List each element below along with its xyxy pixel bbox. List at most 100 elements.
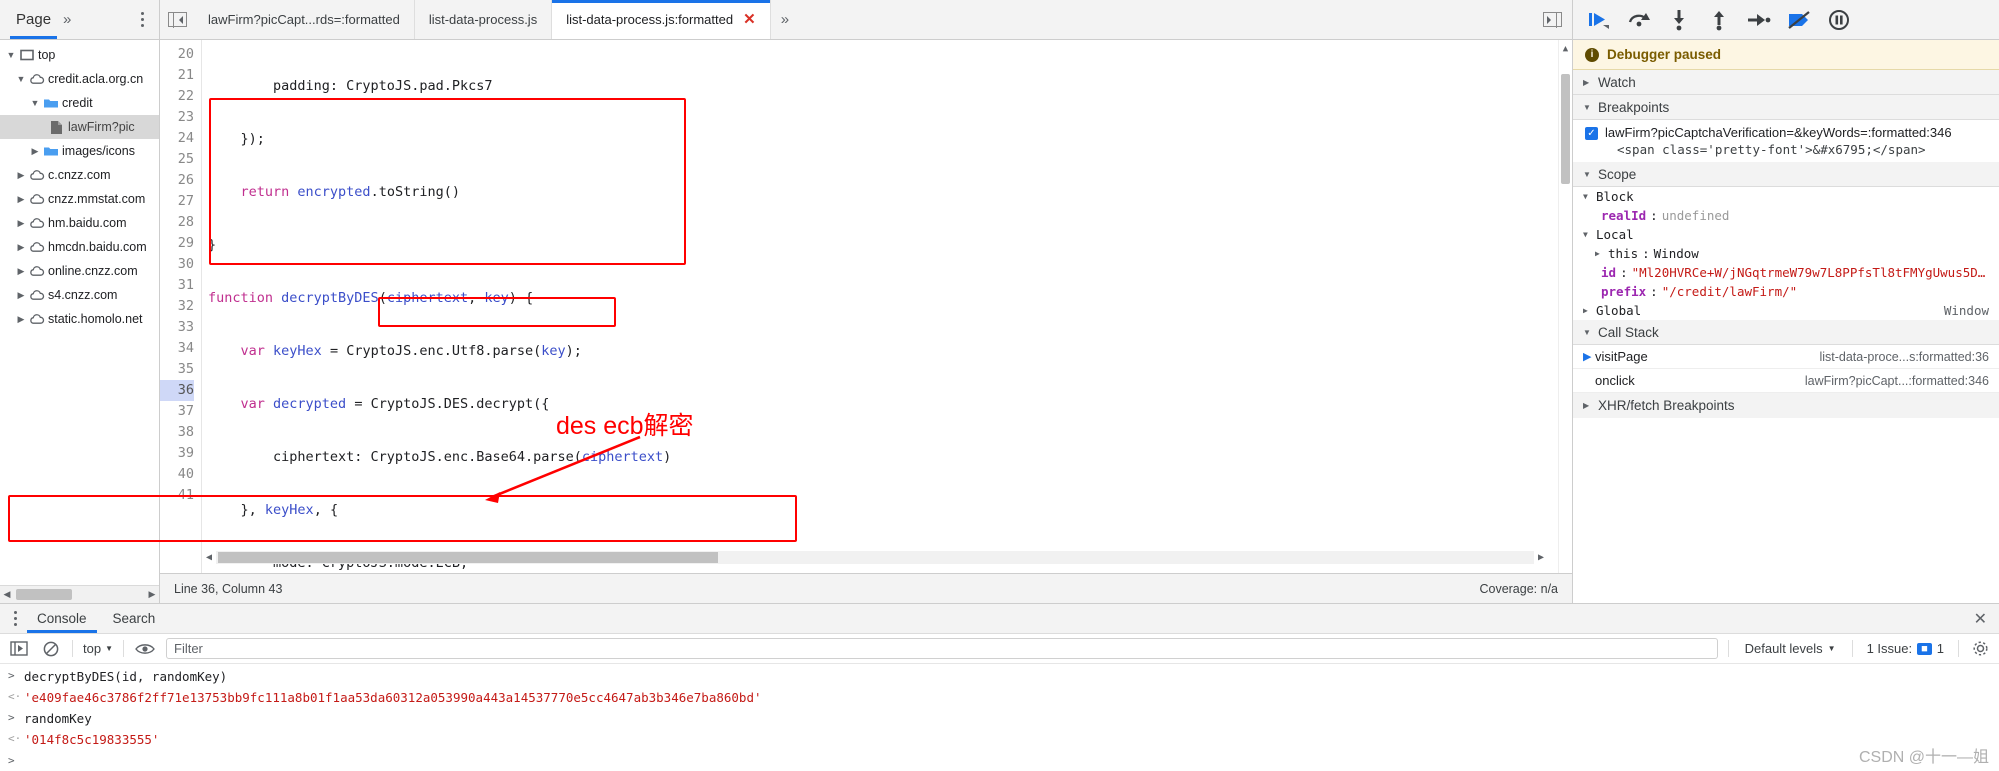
chevron-right-icon[interactable]: ▶ xyxy=(1595,249,1604,258)
checkbox-checked-icon[interactable]: ✓ xyxy=(1585,127,1598,140)
chevron-down-icon[interactable]: ▼ xyxy=(1583,230,1592,239)
tree-item-label: lawFirm?pic xyxy=(68,120,135,134)
scope-group-global[interactable]: ▶ Global Window xyxy=(1573,301,1999,320)
chevron-down-icon[interactable]: ▼ xyxy=(1583,192,1592,201)
twisty-down-icon[interactable]: ▼ xyxy=(28,98,42,108)
scroll-left-icon[interactable]: ◀ xyxy=(0,589,14,600)
chevron-down-icon[interactable]: ▼ xyxy=(1583,328,1592,337)
twisty-right-icon[interactable]: ▶ xyxy=(14,266,28,277)
breakpoints-section-header[interactable]: ▼ Breakpoints xyxy=(1573,95,1999,120)
live-expression-icon[interactable] xyxy=(134,638,156,660)
twisty-down-icon[interactable]: ▼ xyxy=(4,50,18,60)
step-into-icon[interactable] xyxy=(1667,8,1691,32)
tree-item-cnzz-mmstat[interactable]: ▶ cnzz.mmstat.com xyxy=(0,187,159,211)
tree-item-c-cnzz[interactable]: ▶ c.cnzz.com xyxy=(0,163,159,187)
editor-tab-1[interactable]: list-data-process.js xyxy=(414,0,553,39)
twisty-right-icon[interactable]: ▶ xyxy=(14,314,28,325)
call-stack-frame-visitpage[interactable]: ▶ visitPage list-data-proce...s:formatte… xyxy=(1573,345,1999,369)
twisty-right-icon[interactable]: ▶ xyxy=(14,218,28,229)
chevrons-right-icon[interactable]: » xyxy=(771,0,799,39)
execution-context-selector[interactable]: top ▼ xyxy=(83,641,113,656)
twisty-down-icon[interactable]: ▼ xyxy=(14,74,28,84)
kebab-menu-icon[interactable] xyxy=(6,611,24,626)
tree-item-credit-acla[interactable]: ▼ credit.acla.org.cn xyxy=(0,67,159,91)
tree-item-static-homolo[interactable]: ▶ static.homolo.net xyxy=(0,307,159,331)
clear-console-icon[interactable] xyxy=(40,638,62,660)
pause-icon[interactable] xyxy=(1827,8,1851,32)
twisty-right-icon[interactable]: ▶ xyxy=(14,194,28,205)
chevron-right-icon[interactable]: ▶ xyxy=(1583,401,1592,410)
log-levels-selector[interactable]: Default levels ▼ xyxy=(1739,641,1842,656)
close-icon[interactable]: ✕ xyxy=(743,12,756,27)
step-over-icon[interactable] xyxy=(1627,8,1651,32)
editor-tab-2[interactable]: list-data-process.js:formatted ✕ xyxy=(552,0,771,39)
scrollbar-thumb[interactable] xyxy=(1561,74,1570,184)
console-input-row[interactable]: > randomKey xyxy=(0,708,1999,729)
chevron-down-icon[interactable]: ▼ xyxy=(1828,644,1836,653)
editor-tab-0[interactable]: lawFirm?picCapt...rds=:formatted xyxy=(194,0,415,39)
chevron-down-icon[interactable]: ▼ xyxy=(1583,103,1592,112)
code-area[interactable]: 20 21 22 23 24 25 26 27 28 29 30 31 32 3… xyxy=(160,40,1572,573)
show-debugger-icon[interactable] xyxy=(1543,0,1572,39)
tree-item-top[interactable]: ▼ top xyxy=(0,43,159,67)
code-lines[interactable]: padding: CryptoJS.pad.Pkcs7 }); return e… xyxy=(202,40,1572,573)
watch-section-header[interactable]: ▶ Watch xyxy=(1573,70,1999,95)
console-result-row[interactable]: <· '014f8c5c19833555' xyxy=(0,729,1999,750)
call-stack-frame-onclick[interactable]: onclick lawFirm?picCapt...:formatted:346 xyxy=(1573,369,1999,393)
tree-item-credit[interactable]: ▼ credit xyxy=(0,91,159,115)
tree-item-hm-baidu[interactable]: ▶ hm.baidu.com xyxy=(0,211,159,235)
scrollbar-thumb[interactable] xyxy=(218,552,718,563)
kebab-menu-icon[interactable] xyxy=(133,12,151,27)
tab-console[interactable]: Console xyxy=(24,604,100,633)
step-icon[interactable] xyxy=(1747,8,1771,32)
close-icon[interactable]: ✕ xyxy=(1974,609,1987,629)
tree-item-s4-cnzz[interactable]: ▶ s4.cnzz.com xyxy=(0,283,159,307)
twisty-right-icon[interactable]: ▶ xyxy=(14,290,28,301)
issues-counter[interactable]: 1 Issue: ■ 1 xyxy=(1863,641,1948,656)
scrollbar-track[interactable] xyxy=(216,551,1534,564)
coverage-label[interactable]: Coverage: n/a xyxy=(1479,582,1558,596)
scroll-up-icon[interactable]: ▲ xyxy=(1559,44,1572,54)
scope-prop-prefix[interactable]: prefix: "/credit/lawFirm/" xyxy=(1573,282,1999,301)
tab-search[interactable]: Search xyxy=(100,604,169,633)
xhr-breakpoints-section-header[interactable]: ▶ XHR/fetch Breakpoints xyxy=(1573,393,1999,418)
chevron-down-icon[interactable]: ▼ xyxy=(1583,170,1592,179)
console-input-row[interactable]: > decryptByDES(id, randomKey) xyxy=(0,666,1999,687)
gear-icon[interactable] xyxy=(1969,638,1991,660)
execute-sidebar-icon[interactable] xyxy=(8,638,30,660)
scope-prop-id[interactable]: id: "Ml20HVRCe+W/jNGqtrmeW79w7L8PPfsTl8t… xyxy=(1573,263,1999,282)
console-prompt-row[interactable]: > xyxy=(0,750,1999,771)
twisty-right-icon[interactable]: ▶ xyxy=(14,170,28,181)
twisty-right-icon[interactable]: ▶ xyxy=(14,242,28,253)
editor-horizontal-scrollbar[interactable]: ◀ ▶ xyxy=(202,550,1548,565)
console-filter-input[interactable]: Filter xyxy=(166,638,1718,659)
deactivate-breakpoints-icon[interactable] xyxy=(1787,8,1811,32)
call-stack-section-header[interactable]: ▼ Call Stack xyxy=(1573,320,1999,345)
scope-prop-this[interactable]: ▶ this: Window xyxy=(1573,244,1999,263)
chevrons-right-icon[interactable]: » xyxy=(63,11,71,28)
resume-icon[interactable] xyxy=(1587,8,1611,32)
step-out-icon[interactable] xyxy=(1707,8,1731,32)
scope-section-header[interactable]: ▼ Scope xyxy=(1573,162,1999,187)
chevron-right-icon[interactable]: ▶ xyxy=(1583,78,1592,87)
scope-prop-realid[interactable]: realId: undefined xyxy=(1573,206,1999,225)
breakpoint-item[interactable]: ✓ lawFirm?picCaptchaVerification=&keyWor… xyxy=(1573,120,1999,142)
tree-item-online-cnzz[interactable]: ▶ online.cnzz.com xyxy=(0,259,159,283)
scope-group-local[interactable]: ▼ Local xyxy=(1573,225,1999,244)
chevron-right-icon[interactable]: ▶ xyxy=(1583,306,1592,315)
tree-item-images-icons[interactable]: ▶ images/icons xyxy=(0,139,159,163)
editor-vertical-scrollbar[interactable]: ▲ xyxy=(1558,40,1572,573)
chevron-down-icon[interactable]: ▼ xyxy=(105,644,113,653)
tree-item-hmcdn-baidu[interactable]: ▶ hmcdn.baidu.com xyxy=(0,235,159,259)
scope-group-block[interactable]: ▼ Block xyxy=(1573,187,1999,206)
navigator-horizontal-scrollbar[interactable]: ◀ ▶ xyxy=(0,585,159,603)
console-result-row[interactable]: <· 'e409fae46c3786f2ff71e13753bb9fc111a8… xyxy=(0,687,1999,708)
scroll-left-icon[interactable]: ◀ xyxy=(202,552,216,563)
scroll-right-icon[interactable]: ▶ xyxy=(1534,552,1548,563)
tree-item-lawfirm-file[interactable]: lawFirm?pic xyxy=(0,115,159,139)
show-navigator-icon[interactable] xyxy=(160,0,194,39)
scroll-right-icon[interactable]: ▶ xyxy=(145,589,159,600)
scrollbar-thumb[interactable] xyxy=(16,589,72,600)
tab-page[interactable]: Page xyxy=(8,0,59,39)
twisty-right-icon[interactable]: ▶ xyxy=(28,146,42,157)
